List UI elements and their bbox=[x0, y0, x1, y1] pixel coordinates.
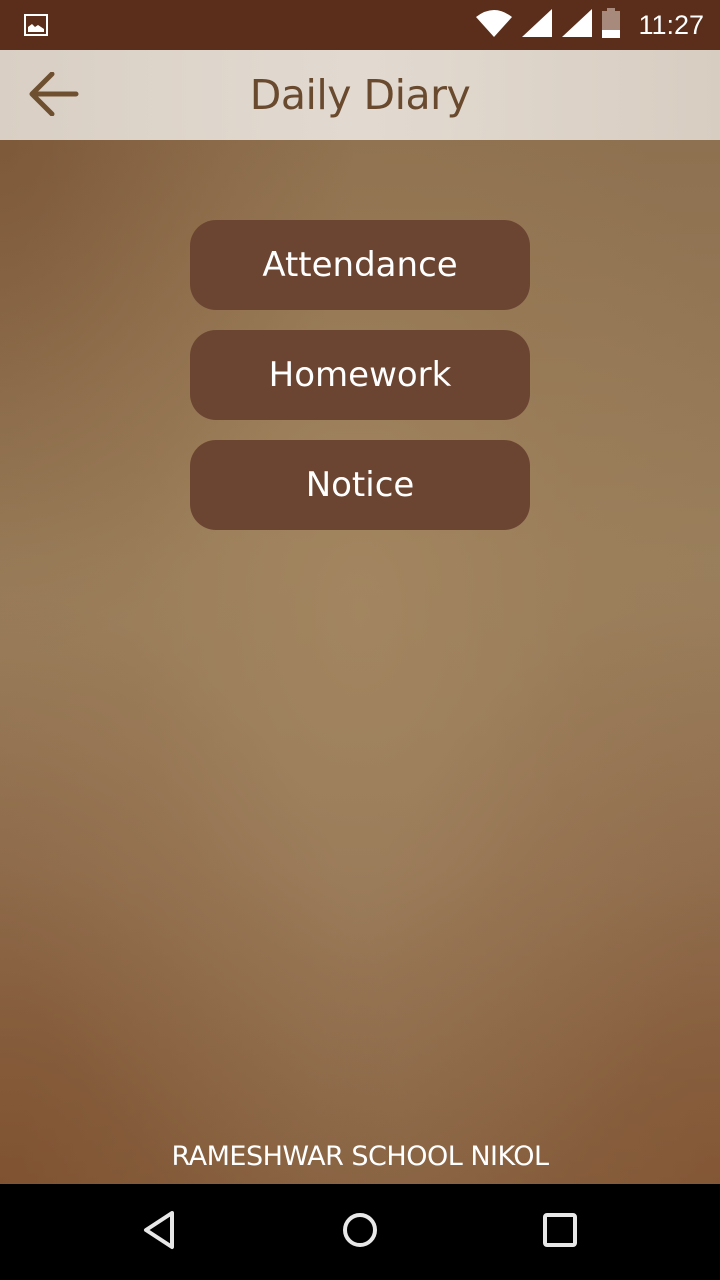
homework-button[interactable]: Homework bbox=[190, 330, 530, 420]
battery-icon bbox=[602, 8, 621, 42]
status-bar: 11:27 bbox=[0, 0, 720, 50]
back-triangle-icon bbox=[142, 1210, 178, 1254]
nav-back-button[interactable] bbox=[140, 1210, 180, 1254]
page-title: Daily Diary bbox=[249, 71, 471, 119]
recents-square-icon bbox=[542, 1212, 578, 1252]
app-bar: Daily Diary bbox=[0, 50, 720, 140]
nav-recents-button[interactable] bbox=[540, 1212, 580, 1252]
signal-icon bbox=[562, 9, 593, 41]
home-circle-icon bbox=[341, 1211, 379, 1253]
arrow-left-icon bbox=[28, 71, 80, 120]
attendance-button[interactable]: Attendance bbox=[190, 220, 530, 310]
image-notification-icon bbox=[24, 14, 48, 40]
clock: 11:27 bbox=[638, 9, 704, 40]
back-button[interactable] bbox=[22, 70, 86, 122]
navigation-bar bbox=[0, 1184, 720, 1280]
wifi-icon bbox=[476, 9, 513, 41]
school-name: RAMESHWAR SCHOOL NIKOL bbox=[171, 1141, 549, 1172]
notice-button[interactable]: Notice bbox=[190, 440, 530, 530]
content-area: Attendance Homework Notice RAMESHWAR SCH… bbox=[0, 140, 720, 1184]
menu-list: Attendance Homework Notice bbox=[190, 220, 530, 530]
nav-home-button[interactable] bbox=[340, 1212, 380, 1252]
signal-icon bbox=[522, 9, 553, 41]
